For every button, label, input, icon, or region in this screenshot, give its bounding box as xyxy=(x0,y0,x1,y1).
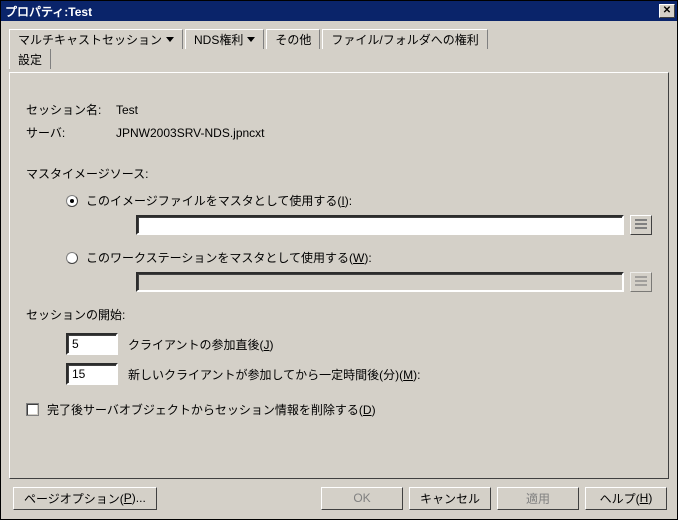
cancel-button[interactable]: キャンセル xyxy=(409,487,491,510)
tab-label: その他 xyxy=(275,31,311,48)
tab-nds-rights[interactable]: NDS権利 xyxy=(185,29,264,49)
radio-label: このイメージファイルをマスタとして使用する(I): xyxy=(86,192,352,209)
image-path-input[interactable] xyxy=(136,215,624,235)
chevron-down-icon xyxy=(166,37,174,42)
apply-button: 適用 xyxy=(497,487,579,510)
workstation-path-row xyxy=(136,272,652,292)
row-session-name: セッション名: Test xyxy=(26,101,652,118)
tab-other[interactable]: その他 xyxy=(266,29,320,49)
radio-icon xyxy=(66,195,78,207)
window-title: プロパティ:Test xyxy=(5,3,659,20)
help-button[interactable]: ヘルプ(H) xyxy=(585,487,667,510)
tab-label: ファイル/フォルダへの権利 xyxy=(331,31,478,48)
chevron-down-icon xyxy=(247,37,255,42)
row-server: サーバ: JPNW2003SRV-NDS.jpncxt xyxy=(26,124,652,141)
clients-label: クライアントの参加直後(J) xyxy=(128,336,274,353)
properties-dialog: プロパティ:Test ✕ マルチキャストセッション NDS権利 その他 ファイル… xyxy=(0,0,678,520)
page-options-button[interactable]: ページオプション(P)... xyxy=(13,487,157,510)
server-value: JPNW2003SRV-NDS.jpncxt xyxy=(116,126,652,140)
tab-label: マルチキャストセッション xyxy=(18,31,162,48)
row-clients-after-join: クライアントの参加直後(J) xyxy=(66,333,652,355)
minutes-input[interactable] xyxy=(66,363,118,385)
ok-button: OK xyxy=(321,487,403,510)
browse-image-button[interactable] xyxy=(630,215,652,235)
titlebar: プロパティ:Test ✕ xyxy=(1,1,677,21)
checkbox-label: 完了後サーバオブジェクトからセッション情報を削除する(D) xyxy=(47,401,376,418)
radio-use-image-file[interactable]: このイメージファイルをマスタとして使用する(I): xyxy=(66,192,652,209)
content-area: マルチキャストセッション NDS権利 その他 ファイル/フォルダへの権利 設定 xyxy=(1,21,677,519)
radio-icon xyxy=(66,252,78,264)
master-image-source-title: マスタイメージソース: xyxy=(26,165,652,182)
tab-file-folder-rights[interactable]: ファイル/フォルダへの権利 xyxy=(322,29,487,49)
tab-strip: マルチキャストセッション NDS権利 その他 ファイル/フォルダへの権利 設定 xyxy=(9,29,669,73)
dialog-button-row: ページオプション(P)... OK キャンセル 適用 ヘルプ(H) xyxy=(9,479,669,513)
tab-label: 設定 xyxy=(18,51,42,68)
minutes-label: 新しいクライアントが参加してから一定時間後(分)(M): xyxy=(128,366,421,383)
tab-label: NDS権利 xyxy=(194,31,243,48)
radio-label: このワークステーションをマスタとして使用する(W): xyxy=(86,249,372,266)
browse-icon xyxy=(635,276,647,288)
workstation-path-input xyxy=(136,272,624,292)
tab-multicast-session[interactable]: マルチキャストセッション xyxy=(9,29,183,49)
browse-icon xyxy=(635,219,647,231)
clients-count-input[interactable] xyxy=(66,333,118,355)
radio-use-workstation[interactable]: このワークステーションをマスタとして使用する(W): xyxy=(66,249,652,266)
session-start-title: セッションの開始: xyxy=(26,306,652,323)
session-name-label: セッション名: xyxy=(26,101,116,118)
tab-settings[interactable]: 設定 xyxy=(9,49,51,69)
close-icon[interactable]: ✕ xyxy=(659,4,675,18)
image-path-row xyxy=(136,215,652,235)
checkbox-icon xyxy=(26,403,39,416)
panel-body: セッション名: Test サーバ: JPNW2003SRV-NDS.jpncxt… xyxy=(9,72,669,479)
row-minutes-after-join: 新しいクライアントが参加してから一定時間後(分)(M): xyxy=(66,363,652,385)
browse-workstation-button xyxy=(630,272,652,292)
delete-after-complete-row[interactable]: 完了後サーバオブジェクトからセッション情報を削除する(D) xyxy=(26,401,652,418)
session-name-value: Test xyxy=(116,103,652,117)
server-label: サーバ: xyxy=(26,124,116,141)
